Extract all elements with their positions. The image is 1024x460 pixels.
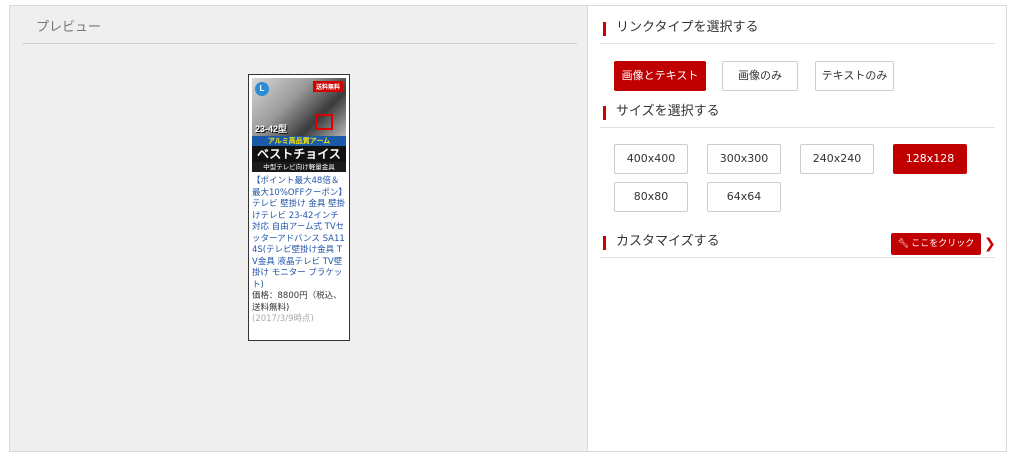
settings-panel: リンクタイプを選択する 画像とテキスト 画像のみ テキストのみ サイズを選択する… (588, 5, 1007, 452)
preview-title: プレビュー (22, 18, 577, 44)
preview-panel: プレビュー L 送料無料 23-42型 アルミ高品質アーム ベストチョイス 中型… (9, 5, 588, 452)
link-type-image-only-button[interactable]: 画像のみ (722, 61, 798, 91)
size-heading: サイズを選択する (600, 102, 995, 128)
brand-logo-icon: L (255, 82, 269, 96)
size-64-button[interactable]: 64x64 (707, 182, 781, 212)
ad-price: 価格：8800円（税込、送料無料) (252, 291, 342, 313)
customize-button[interactable]: 🔧︎ ここをクリック (891, 233, 981, 255)
ad-preview-card[interactable]: L 送料無料 23-42型 アルミ高品質アーム ベストチョイス 中型テレビ向け軽… (248, 74, 350, 341)
size-80-button[interactable]: 80x80 (614, 182, 688, 212)
ad-band-2: ベストチョイス (252, 146, 346, 162)
ad-description-link[interactable]: 【ポイント最大48倍＆最大10%OFFクーポン】テレビ 壁掛け 金具 壁掛けテレ… (252, 176, 346, 291)
link-type-heading: リンクタイプを選択する (600, 18, 995, 44)
link-type-image-text-button[interactable]: 画像とテキスト (614, 61, 706, 91)
link-type-text-only-button[interactable]: テキストのみ (815, 61, 894, 91)
size-label: 23-42型 (255, 124, 288, 134)
size-240-button[interactable]: 240x240 (800, 144, 874, 174)
size-400-button[interactable]: 400x400 (614, 144, 688, 174)
size-300-button[interactable]: 300x300 (707, 144, 781, 174)
ad-band-3: 中型テレビ向け軽量金具 (252, 162, 346, 172)
highlight-box (315, 114, 333, 130)
wrench-icon: 🔧︎ (897, 239, 910, 249)
ad-band-1: アルミ高品質アーム (252, 136, 346, 146)
chevron-right-icon[interactable]: ❯ (984, 233, 996, 255)
free-shipping-badge: 送料無料 (312, 81, 343, 92)
ad-date: (2017/3/9時点) (252, 314, 314, 324)
size-128-button[interactable]: 128x128 (893, 144, 967, 174)
ad-product-image[interactable]: L 送料無料 23-42型 アルミ高品質アーム ベストチョイス 中型テレビ向け軽… (252, 78, 346, 172)
customize-button-label: ここをクリック (911, 239, 975, 249)
